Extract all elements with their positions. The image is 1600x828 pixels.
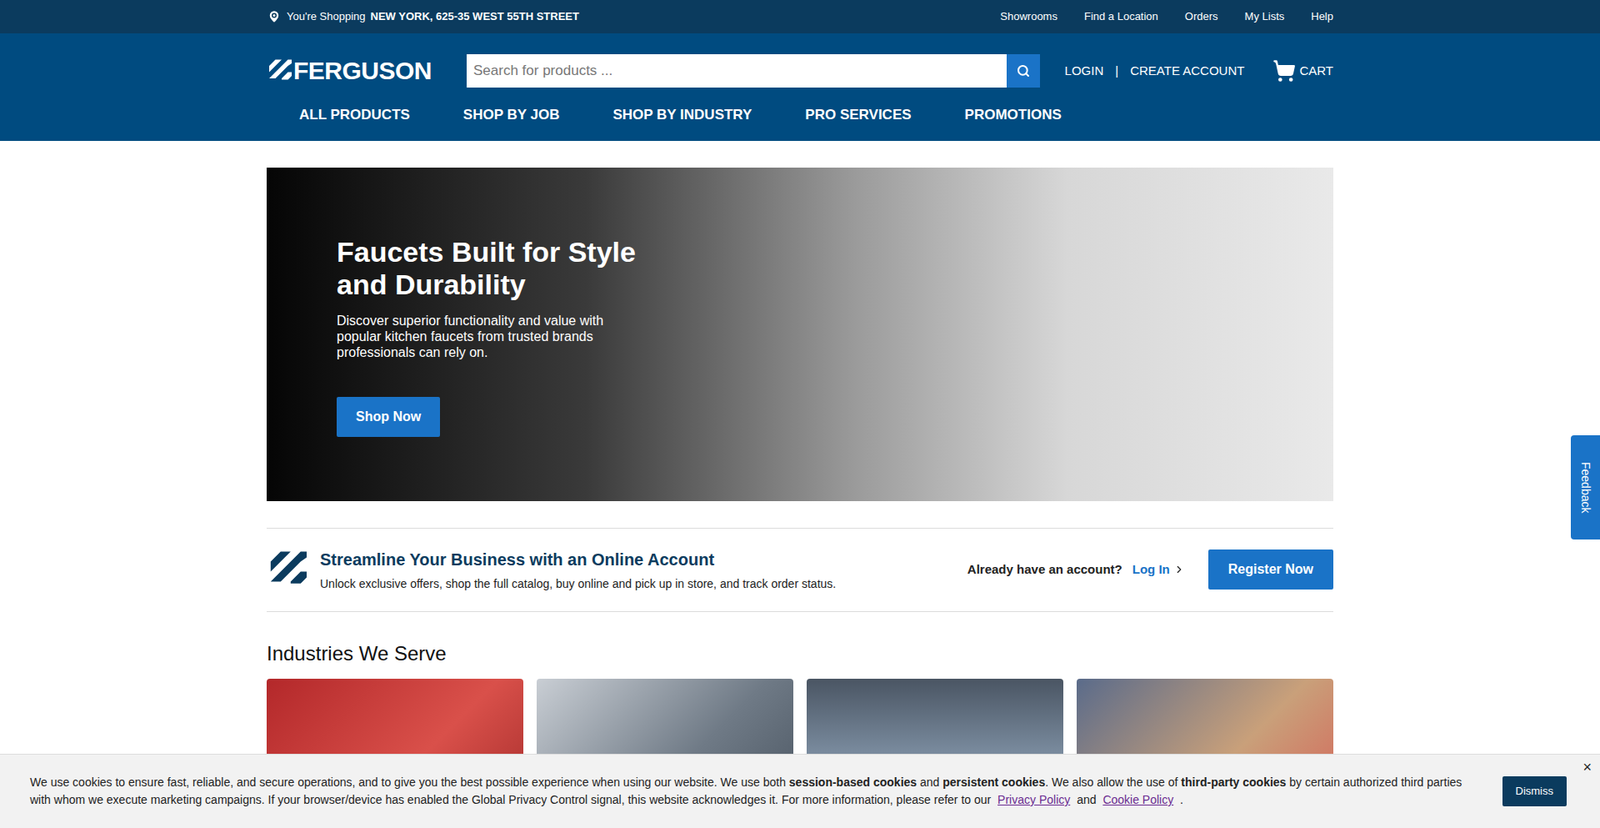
hero-title: Faucets Built for Style and Durability [336,235,670,301]
search-icon [1016,64,1030,78]
search-bar [466,54,1040,88]
feedback-tab[interactable]: Feedback [1570,435,1600,540]
cart-icon [1272,59,1296,83]
create-account-link[interactable]: CREATE ACCOUNT [1130,61,1245,81]
cookie-policy-link[interactable]: Privacy Policy [997,792,1070,806]
hero-banner: Faucets Built for Style and Durability Di… [266,167,1334,501]
store-location[interactable]: You're ShoppingNEW YORK, 625-35 WEST 55T… [266,8,580,25]
account-banner-title: Streamline Your Business with an Online … [320,546,836,572]
top-link[interactable]: Orders [1185,8,1219,25]
cookie-policy-link[interactable]: Cookie Policy [1102,792,1174,806]
logo[interactable]: FERGUSON [266,58,467,84]
cart-link[interactable]: CART [1272,59,1334,83]
location-pin-icon [266,9,282,25]
nav-item[interactable]: ALL PRODUCTS [299,104,410,126]
account-banner-text: Unlock exclusive offers, shop the full c… [320,575,836,593]
industries-title: Industries We Serve [266,638,1334,669]
search-input[interactable] [466,54,1007,88]
account-banner: Streamline Your Business with an Online … [266,527,1334,612]
cookie-text: We use cookies to ensure fast, reliable,… [30,773,1470,809]
register-now-button[interactable]: Register Now [1208,549,1334,590]
log-in-link[interactable]: Log In [1132,560,1185,580]
login-link[interactable]: LOGIN [1065,61,1105,81]
chevron-right-icon [1173,563,1185,575]
header: FERGUSON LOGIN | CREATE ACCOUNT CART ALL PROD… [0,33,1600,141]
search-button[interactable] [1006,54,1040,88]
top-link[interactable]: My Lists [1245,8,1285,25]
cookie-banner: We use cookies to ensure fast, reliable,… [0,753,1600,828]
ferguson-logo-icon [266,58,292,84]
close-button[interactable]: × [1582,759,1592,775]
top-link[interactable]: Find a Location [1084,8,1159,25]
top-link[interactable]: Showrooms [1000,8,1058,25]
shop-now-button[interactable]: Shop Now [336,396,440,437]
separator: | [1115,61,1119,81]
account-prompt: Already have an account? [967,560,1123,580]
ferguson-logo-icon [266,549,307,590]
nav-item[interactable]: PROMOTIONS [965,104,1062,126]
nav-item[interactable]: SHOP BY JOB [463,104,560,126]
hero-text: Discover superior functionality and valu… [336,312,629,361]
dismiss-button[interactable]: Dismiss [1502,775,1568,806]
top-link[interactable]: Help [1310,8,1334,25]
nav-item[interactable]: PRO SERVICES [805,104,911,126]
top-bar: You're ShoppingNEW YORK, 625-35 WEST 55T… [0,0,1600,34]
nav-item[interactable]: SHOP BY INDUSTRY [612,104,752,126]
page: You're ShoppingNEW YORK, 625-35 WEST 55T… [0,0,1600,828]
